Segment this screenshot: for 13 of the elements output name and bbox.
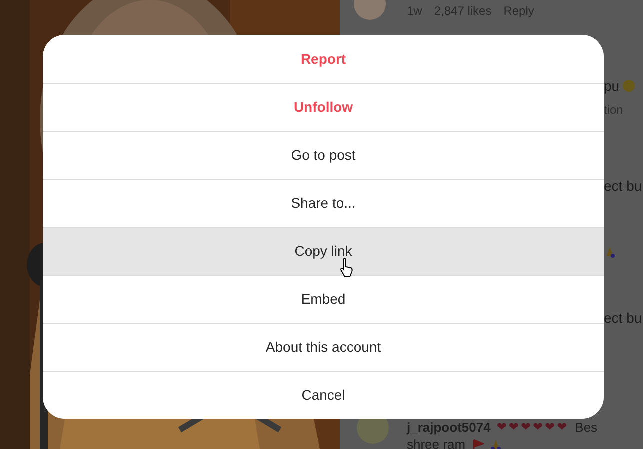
comment-text: Bes [575, 419, 598, 436]
menu-item[interactable]: Copy link [43, 227, 604, 275]
emoji-icon [622, 80, 635, 92]
menu-item[interactable]: Cancel [43, 371, 604, 419]
hearts-text: ❤❤❤❤❤❤ [496, 419, 570, 436]
hand-cursor-icon [340, 258, 354, 278]
comment-text: ect bu [604, 176, 642, 196]
flag-icon [472, 438, 484, 449]
comment-text: shree ram [407, 436, 466, 449]
hands-icon [490, 438, 502, 449]
comment-text: pu [604, 76, 620, 96]
comment-text: ect bu [604, 308, 642, 328]
hands-icon [604, 246, 616, 258]
